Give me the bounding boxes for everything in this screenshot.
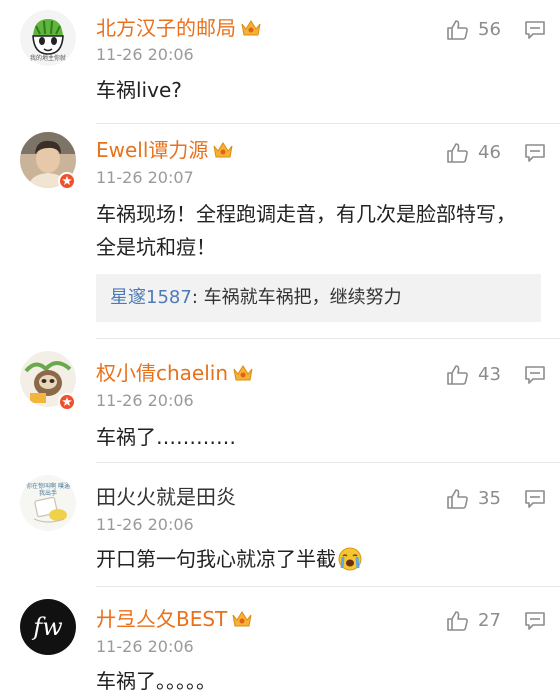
comment-bubble-icon[interactable] [524, 143, 546, 163]
thumbs-up-icon [447, 20, 468, 40]
comment-text: 车祸live? [96, 78, 182, 102]
like-button[interactable]: 56 [446, 18, 510, 42]
comment-username[interactable]: 北方汉子的邮局 [96, 16, 262, 40]
comment-time: 11-26 20:07 [96, 168, 194, 187]
like-button[interactable]: 46 [446, 141, 510, 165]
avatar-logo-text: fw [33, 613, 63, 641]
comment-text: 车祸了。。。。。 [96, 669, 216, 693]
like-count: 35 [478, 488, 501, 509]
comment-username[interactable]: 廾弖亼夂BEST [96, 607, 253, 631]
comment-item: Ewell谭力源 11-26 20:07 车祸现场！全程跑调走音，有几次是脸部特… [0, 124, 560, 339]
comment-item: fw 廾弖亼夂BEST 11-26 20:06 车祸了。。。。。 27 [0, 587, 560, 694]
comment-text: 车祸了………… [96, 425, 236, 449]
like-count: 56 [478, 19, 501, 40]
username-text: 权小倩chaelin [96, 361, 229, 385]
reply-text: 车祸就车祸把，继续努力 [203, 287, 402, 308]
comment-time: 11-26 20:06 [96, 45, 194, 64]
comment-time: 11-26 20:06 [96, 391, 194, 410]
comment-list: 我的地主你就 北方汉子的邮局 11-26 20:06 车祸live? 56 Ew… [0, 0, 560, 694]
comment-username[interactable]: 权小倩chaelin [96, 361, 254, 385]
like-count: 46 [478, 142, 501, 163]
like-button[interactable]: 35 [446, 487, 510, 511]
comment-text: 开口第一句我心就凉了半截 [96, 543, 532, 576]
comment-time: 11-26 20:06 [96, 515, 194, 534]
comment-text-content: 开口第一句我心就凉了半截 [96, 547, 336, 571]
vip-crown-icon [233, 365, 253, 381]
reply-author[interactable]: 星邃1587 [110, 287, 192, 308]
thumbs-up-icon [447, 611, 468, 631]
comment-item: 我的地主你就 北方汉子的邮局 11-26 20:06 车祸live? 56 [0, 0, 560, 124]
avatar[interactable]: 你在惊叫啊 噗通我出手 [20, 475, 76, 531]
comment-text: 车祸现场！全程跑调走音，有几次是脸部特写，全是坑和痘！ [96, 202, 516, 259]
comment-username[interactable]: 田火火就是田炎 [96, 485, 236, 509]
comment-item: 你在惊叫啊 噗通我出手 田火火就是田炎 11-26 20:06 开口第一句我心就… [0, 463, 560, 587]
verified-badge [58, 172, 76, 190]
reply-quote[interactable]: 星邃1587: 车祸就车祸把，继续努力 [96, 274, 541, 322]
comment-username[interactable]: Ewell谭力源 [96, 138, 234, 162]
comment-bubble-icon[interactable] [524, 20, 546, 40]
reply-separator: : [191, 287, 204, 308]
vip-crown-icon [213, 142, 233, 158]
comment-item: 权小倩chaelin 11-26 20:06 车祸了………… 43 [0, 339, 560, 463]
verified-badge [58, 393, 76, 411]
crying-face-emoji [338, 547, 362, 571]
avatar-caption: 我的地主你就 [29, 55, 66, 62]
thumbs-up-icon [447, 489, 468, 509]
thumbs-up-icon [447, 143, 468, 163]
thumbs-up-icon [447, 365, 468, 385]
username-text: 北方汉子的邮局 [96, 16, 236, 40]
avatar[interactable]: fw [20, 599, 76, 655]
like-count: 43 [478, 364, 501, 385]
avatar[interactable]: 我的地主你就 [20, 10, 76, 66]
comment-bubble-icon[interactable] [524, 489, 546, 509]
vip-crown-icon [241, 20, 261, 36]
username-text: 廾弖亼夂BEST [96, 607, 228, 631]
comment-time: 11-26 20:06 [96, 637, 194, 656]
like-button[interactable]: 43 [446, 363, 510, 387]
vip-crown-icon [232, 611, 252, 627]
username-text: Ewell谭力源 [96, 138, 209, 162]
comment-bubble-icon[interactable] [524, 611, 546, 631]
like-count: 27 [478, 610, 501, 631]
comment-bubble-icon[interactable] [524, 365, 546, 385]
like-button[interactable]: 27 [446, 609, 510, 633]
avatar-caption: 你在惊叫啊 噗通我出手 [26, 483, 70, 497]
